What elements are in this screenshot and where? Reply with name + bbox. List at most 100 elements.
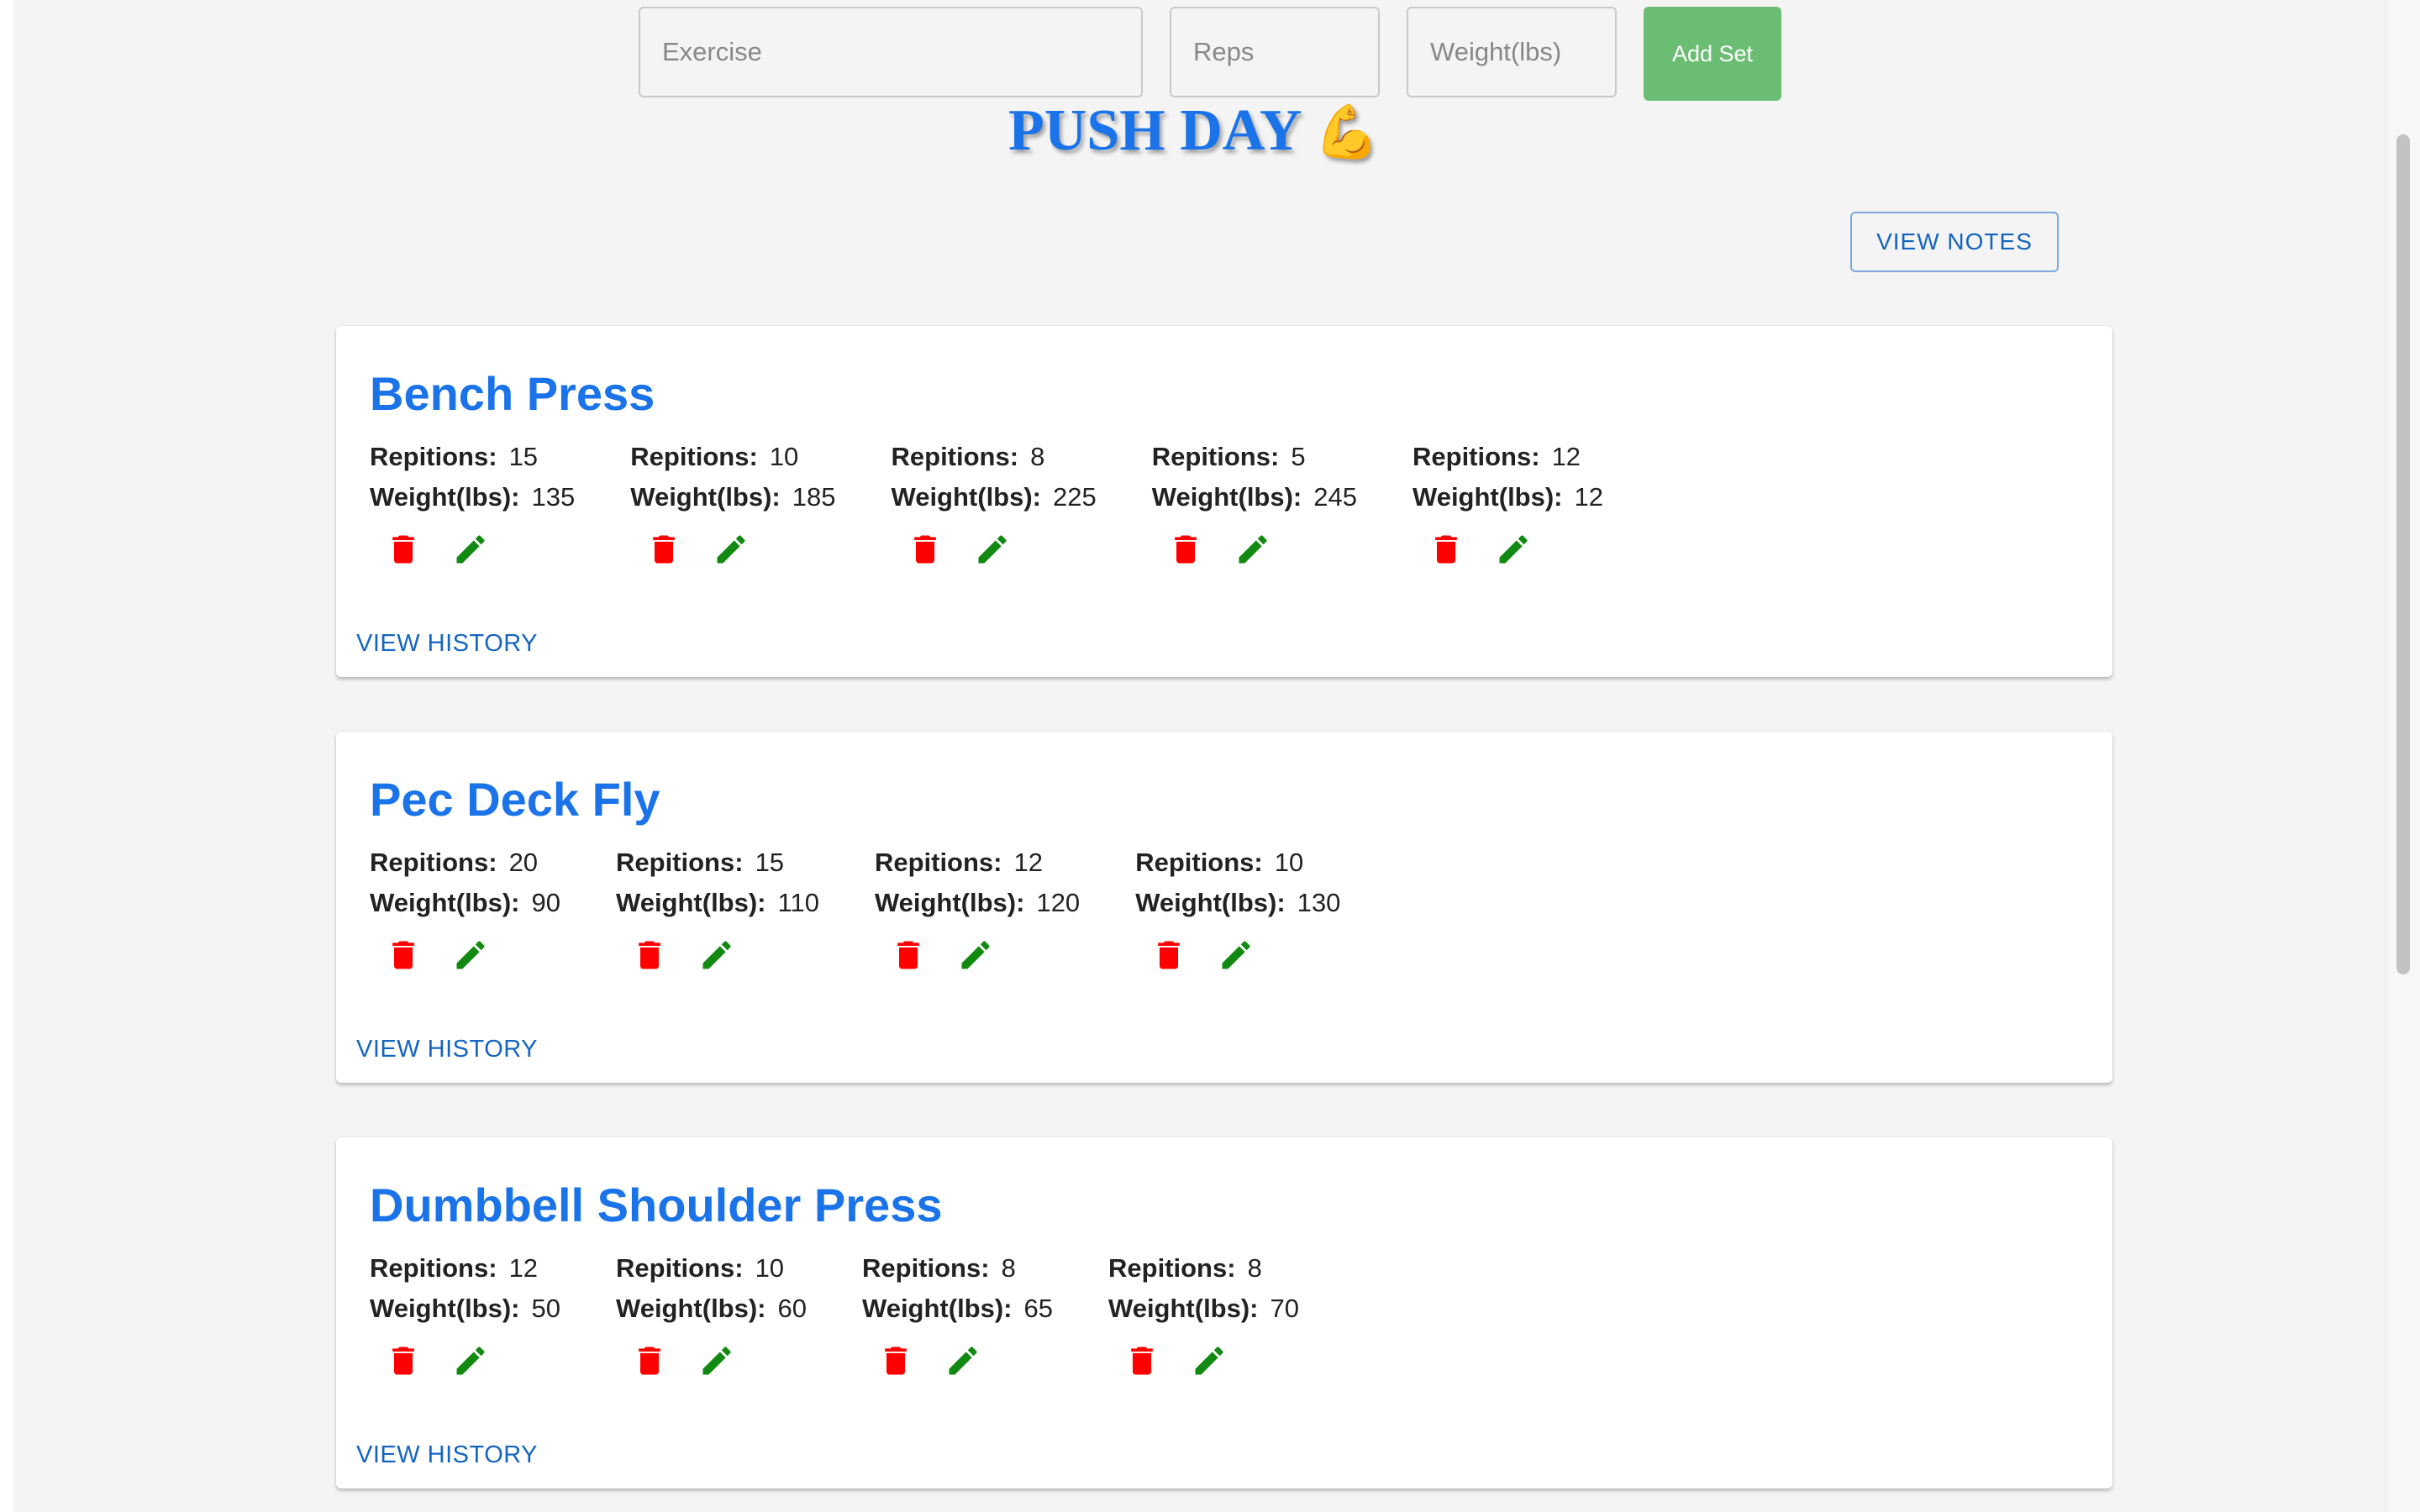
pencil-icon[interactable]: [1234, 531, 1271, 568]
set-item: Repitions: 15 Weight(lbs): 110: [616, 843, 819, 977]
weight-label: Weight(lbs):: [370, 1294, 520, 1323]
weight-value: 120: [1036, 888, 1081, 917]
scrollbar-thumb[interactable]: [2396, 134, 2410, 974]
page-title-text: PUSH DAY: [1008, 98, 1300, 163]
weight-label: Weight(lbs):: [891, 482, 1042, 512]
trash-icon[interactable]: [1150, 937, 1187, 974]
reps-value: 12: [1551, 442, 1581, 471]
weight-label: Weight(lbs):: [1413, 482, 1563, 512]
pencil-icon[interactable]: [452, 531, 489, 568]
reps-value: 15: [755, 848, 785, 877]
reps-value: 10: [1274, 848, 1304, 877]
trash-icon[interactable]: [385, 1342, 422, 1379]
weight-label: Weight(lbs):: [630, 482, 781, 512]
weight-value: 65: [1023, 1294, 1053, 1323]
weight-input[interactable]: [1407, 7, 1617, 97]
exercise-title: Dumbbell Shoulder Press: [370, 1179, 943, 1231]
trash-icon[interactable]: [385, 937, 422, 974]
weight-value: 90: [531, 888, 560, 917]
reps-input[interactable]: [1170, 7, 1380, 97]
weight-value: 130: [1297, 888, 1341, 917]
weight-value: 110: [777, 888, 819, 917]
reps-label: Repitions:: [1151, 442, 1280, 471]
set-item: Repitions: 8 Weight(lbs): 225: [892, 437, 1097, 571]
trash-icon[interactable]: [877, 1342, 914, 1379]
reps-label: Repitions:: [1108, 1253, 1236, 1283]
reps-label: Repitions:: [370, 442, 497, 471]
trash-icon[interactable]: [890, 937, 927, 974]
set-item: Repitions: 12 Weight(lbs): 12: [1413, 437, 1603, 571]
pencil-icon[interactable]: [1218, 937, 1255, 974]
pencil-icon[interactable]: [957, 937, 994, 974]
set-item: Repitions: 15 Weight(lbs): 135: [370, 437, 575, 571]
set-item: Repitions: 12 Weight(lbs): 50: [370, 1248, 560, 1383]
trash-icon[interactable]: [631, 937, 668, 974]
reps-value: 5: [1291, 442, 1306, 471]
set-item: Repitions: 10 Weight(lbs): 185: [630, 437, 836, 571]
reps-value: 8: [1247, 1253, 1262, 1283]
weight-label: Weight(lbs):: [616, 888, 766, 917]
weight-value: 185: [792, 482, 836, 512]
reps-label: Repitions:: [630, 442, 758, 471]
reps-label: Repitions:: [616, 848, 744, 877]
trash-icon[interactable]: [1167, 531, 1204, 568]
pencil-icon[interactable]: [452, 1342, 489, 1379]
exercise-input[interactable]: [639, 7, 1143, 97]
trash-icon[interactable]: [645, 531, 682, 568]
weight-value: 135: [531, 482, 576, 512]
set-item: Repitions: 20 Weight(lbs): 90: [370, 843, 560, 977]
workout-page: Add Set PUSH DAY 💪 VIEW NOTES Bench Pres…: [13, 0, 2386, 1512]
reps-value: 12: [1013, 848, 1043, 877]
pencil-icon[interactable]: [452, 937, 489, 974]
weight-label: Weight(lbs):: [370, 888, 520, 917]
reps-value: 10: [769, 442, 799, 471]
pencil-icon[interactable]: [974, 531, 1011, 568]
set-item: Repitions: 10 Weight(lbs): 130: [1135, 843, 1340, 977]
exercise-card: Bench Press Repitions: 15 Weight(lbs): 135…: [336, 326, 2112, 677]
pencil-icon[interactable]: [944, 1342, 981, 1379]
trash-icon[interactable]: [631, 1342, 668, 1379]
pencil-icon[interactable]: [698, 1342, 735, 1379]
exercise-card: Pec Deck Fly Repitions: 20 Weight(lbs): 90…: [336, 732, 2112, 1083]
view-notes-button[interactable]: VIEW NOTES: [1850, 212, 2059, 272]
add-set-button[interactable]: Add Set: [1644, 7, 1781, 101]
weight-value: 60: [777, 1294, 807, 1323]
exercise-title: Bench Press: [370, 367, 655, 420]
view-history-link[interactable]: VIEW HISTORY: [356, 1036, 538, 1063]
weight-label: Weight(lbs):: [1135, 888, 1286, 917]
weight-value: 225: [1053, 482, 1097, 512]
reps-label: Repitions:: [1413, 442, 1540, 471]
reps-value: 8: [1001, 1253, 1016, 1283]
trash-icon[interactable]: [1428, 531, 1465, 568]
scrollbar[interactable]: [2386, 0, 2420, 1512]
view-history-link[interactable]: VIEW HISTORY: [356, 1441, 538, 1469]
view-history-link[interactable]: VIEW HISTORY: [356, 630, 538, 658]
reps-label: Repitions:: [862, 1253, 990, 1283]
weight-value: 12: [1574, 482, 1603, 512]
set-list: Repitions: 12 Weight(lbs): 50 Repitions: 10…: [370, 1248, 1355, 1383]
weight-label: Weight(lbs):: [370, 482, 520, 512]
trash-icon[interactable]: [385, 531, 422, 568]
reps-value: 12: [508, 1253, 539, 1283]
weight-label: Weight(lbs):: [862, 1294, 1013, 1323]
set-item: Repitions: 10 Weight(lbs): 60: [616, 1248, 807, 1383]
pencil-icon[interactable]: [1495, 531, 1532, 568]
trash-icon[interactable]: [1123, 1342, 1160, 1379]
exercise-title: Pec Deck Fly: [370, 773, 660, 826]
weight-value: 245: [1313, 482, 1357, 512]
pencil-icon[interactable]: [698, 937, 735, 974]
exercise-card: Dumbbell Shoulder Press Repitions: 12 Wei…: [336, 1137, 2112, 1488]
reps-label: Repitions:: [891, 442, 1019, 471]
set-item: Repitions: 12 Weight(lbs): 120: [875, 843, 1080, 977]
weight-label: Weight(lbs):: [874, 888, 1025, 917]
page-title: PUSH DAY 💪: [1008, 97, 1412, 165]
set-item: Repitions: 8 Weight(lbs): 70: [1108, 1248, 1299, 1383]
pencil-icon[interactable]: [713, 531, 750, 568]
reps-value: 10: [755, 1253, 785, 1283]
flexed-bicep-icon: 💪: [1314, 101, 1380, 162]
trash-icon[interactable]: [907, 531, 944, 568]
reps-label: Repitions:: [874, 848, 1002, 877]
set-item: Repitions: 8 Weight(lbs): 65: [862, 1248, 1053, 1383]
reps-label: Repitions:: [370, 1253, 497, 1283]
pencil-icon[interactable]: [1191, 1342, 1228, 1379]
